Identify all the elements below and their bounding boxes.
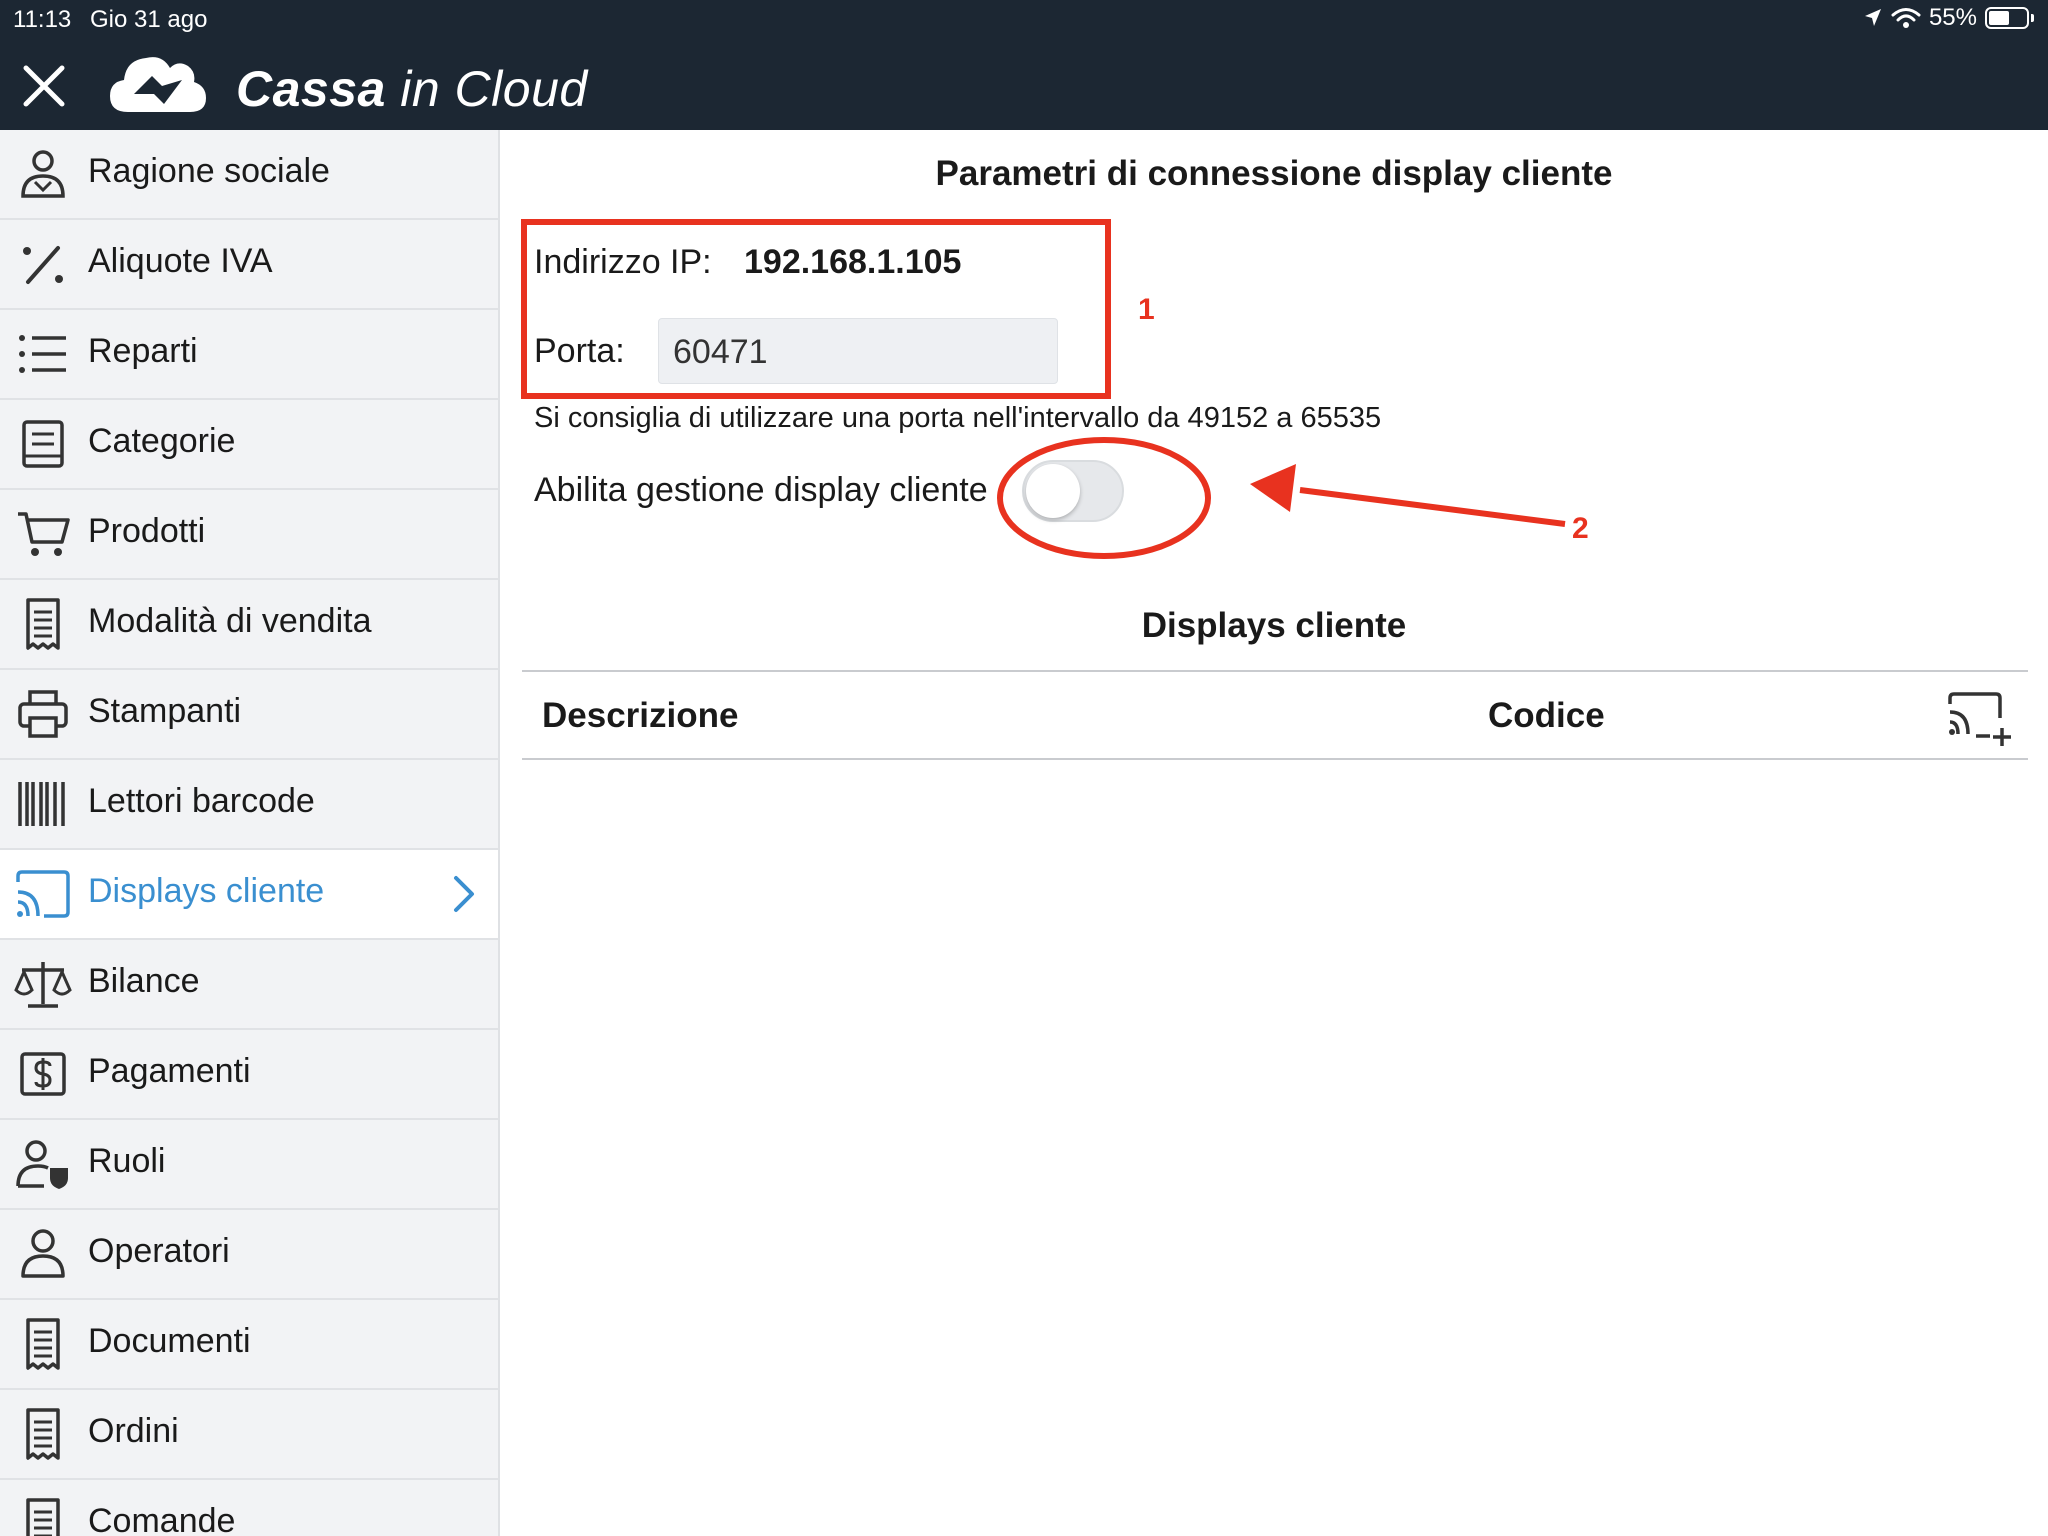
chevron-right-icon bbox=[454, 876, 474, 912]
status-time: 11:13 bbox=[13, 6, 72, 33]
sidebar-item-label: Comande bbox=[88, 1502, 236, 1536]
app-title: Cassa in Cloud bbox=[236, 60, 588, 118]
sidebar-item-stampanti[interactable]: Stampanti bbox=[0, 670, 498, 760]
sidebar-item-reparti[interactable]: Reparti bbox=[0, 310, 498, 400]
percent-icon bbox=[23, 246, 63, 284]
sidebar-item-ragione-sociale[interactable]: Ragione sociale bbox=[0, 130, 498, 220]
sidebar-item-label: Ragione sociale bbox=[88, 152, 330, 190]
user-shield-icon bbox=[16, 1140, 68, 1189]
app-title-light: in Cloud bbox=[400, 61, 588, 117]
location-arrow-icon bbox=[1864, 9, 1881, 26]
enable-display-toggle[interactable] bbox=[1022, 460, 1124, 522]
sidebar-item-label: Operatori bbox=[88, 1232, 230, 1270]
port-range-hint: Si consiglia di utilizzare una porta nel… bbox=[534, 402, 1382, 434]
app-title-bold: Cassa bbox=[236, 61, 386, 117]
sidebar-item-categorie[interactable]: Categorie bbox=[0, 400, 498, 490]
toggle-label: Abilita gestione display cliente bbox=[534, 471, 988, 509]
barcode-icon bbox=[18, 782, 65, 826]
sidebar-item-pagamenti[interactable]: Pagamenti bbox=[0, 1030, 498, 1120]
receipt-icon bbox=[26, 598, 60, 650]
printer-icon bbox=[18, 690, 68, 738]
sidebar-item-documenti[interactable]: Documenti bbox=[0, 1300, 498, 1390]
sidebar-item-label: Reparti bbox=[88, 332, 198, 370]
sidebar-item-modalita-vendita[interactable]: Modalità di vendita bbox=[0, 580, 498, 670]
sidebar-item-label: Lettori barcode bbox=[88, 782, 315, 820]
sidebar-item-label: Displays cliente bbox=[88, 872, 325, 910]
close-icon bbox=[23, 65, 65, 107]
sidebar-item-label: Bilance bbox=[88, 962, 200, 1000]
sidebar: Ragione sociale Aliquote IVA Reparti Cat… bbox=[0, 130, 500, 1536]
order-receipt-icon bbox=[26, 1408, 60, 1460]
status-bar: 11:13 Gio 31 ago 55% bbox=[0, 0, 2048, 40]
add-cast-icon bbox=[1948, 692, 2011, 746]
sidebar-item-displays-cliente[interactable]: Displays cliente bbox=[0, 850, 498, 940]
cast-icon bbox=[16, 870, 70, 918]
annotation-label-2: 2 bbox=[1572, 512, 1589, 545]
sidebar-item-label: Aliquote IVA bbox=[88, 242, 273, 280]
close-button[interactable] bbox=[20, 62, 68, 110]
displays-section-title: Displays cliente bbox=[1141, 606, 1407, 645]
annotation-label-1: 1 bbox=[1138, 293, 1155, 326]
sidebar-item-label: Categorie bbox=[88, 422, 236, 460]
status-indicators: 55% bbox=[1863, 4, 2034, 32]
ip-value: 192.168.1.105 bbox=[744, 243, 962, 281]
scale-icon bbox=[14, 962, 72, 1008]
sidebar-item-ruoli[interactable]: Ruoli bbox=[0, 1120, 498, 1210]
sidebar-item-label: Ruoli bbox=[88, 1142, 166, 1180]
sidebar-item-label: Modalità di vendita bbox=[88, 602, 372, 640]
connection-section-title: Parametri di connessione display cliente bbox=[935, 154, 1613, 193]
sidebar-item-label: Prodotti bbox=[88, 512, 206, 550]
sidebar-item-comande[interactable]: Comande bbox=[0, 1480, 498, 1536]
port-input[interactable]: 60471 bbox=[658, 318, 1058, 384]
battery-tip bbox=[2031, 14, 2034, 22]
port-label: Porta: bbox=[534, 332, 625, 370]
battery-icon bbox=[1985, 7, 2029, 29]
ticket-receipt-icon bbox=[26, 1498, 60, 1536]
list-icon bbox=[19, 335, 66, 373]
document-receipt-icon bbox=[26, 1318, 60, 1370]
column-header-codice: Codice bbox=[1488, 696, 1605, 735]
battery-percent: 55% bbox=[1928, 4, 1977, 31]
app-header: Cassa in Cloud bbox=[0, 40, 2048, 130]
cart-icon bbox=[18, 512, 70, 556]
add-display-button[interactable] bbox=[1946, 690, 2014, 748]
sidebar-item-aliquote-iva[interactable]: Aliquote IVA bbox=[0, 220, 498, 310]
sidebar-item-ordini[interactable]: Ordini bbox=[0, 1390, 498, 1480]
sidebar-item-label: Ordini bbox=[88, 1412, 179, 1450]
company-person-icon bbox=[21, 150, 65, 198]
sidebar-item-lettori-barcode[interactable]: Lettori barcode bbox=[0, 760, 498, 850]
sidebar-item-operatori[interactable]: Operatori bbox=[0, 1210, 498, 1300]
status-date: Gio 31 ago bbox=[90, 6, 208, 33]
category-book-icon bbox=[22, 420, 64, 468]
wifi-icon bbox=[1891, 8, 1921, 28]
ip-label: Indirizzo IP: bbox=[534, 243, 712, 281]
cloud-logo-icon bbox=[106, 50, 210, 120]
dollar-icon bbox=[20, 1052, 66, 1096]
sidebar-item-prodotti[interactable]: Prodotti bbox=[0, 490, 498, 580]
sidebar-item-label: Stampanti bbox=[88, 692, 242, 730]
sidebar-item-bilance[interactable]: Bilance bbox=[0, 940, 498, 1030]
displays-table-header: Descrizione Codice bbox=[522, 670, 2028, 760]
main-panel: Parametri di connessione display cliente… bbox=[500, 130, 2048, 1536]
user-icon bbox=[21, 1229, 65, 1278]
sidebar-item-label: Documenti bbox=[88, 1322, 251, 1360]
column-header-descrizione: Descrizione bbox=[542, 696, 739, 735]
sidebar-item-label: Pagamenti bbox=[88, 1052, 251, 1090]
toggle-knob bbox=[1026, 464, 1080, 518]
